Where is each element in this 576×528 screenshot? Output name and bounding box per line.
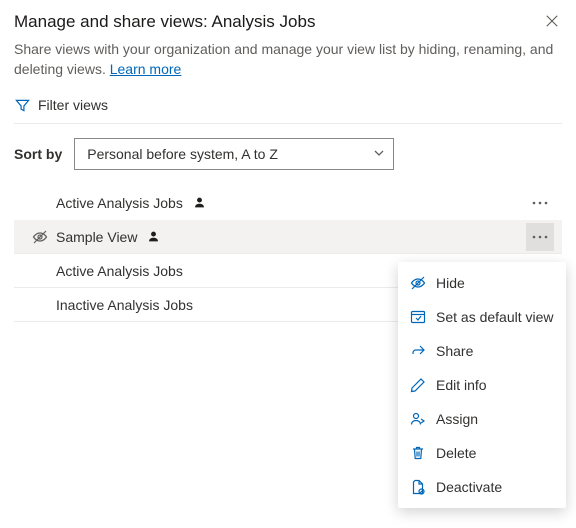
menu-hide[interactable]: Hide [398, 266, 566, 300]
hide-icon [410, 275, 426, 291]
filter-views-button[interactable]: Filter views [14, 93, 562, 124]
more-actions-button[interactable] [526, 223, 554, 251]
more-actions-button[interactable] [526, 189, 554, 217]
close-icon [545, 14, 559, 31]
filter-icon [14, 97, 30, 113]
description-text: Share views with your organization and m… [14, 41, 553, 77]
hidden-icon [32, 229, 48, 245]
menu-set-default[interactable]: Set as default view [398, 300, 566, 334]
menu-item-label: Edit info [436, 377, 487, 393]
menu-edit-info[interactable]: Edit info [398, 368, 566, 402]
person-icon [193, 196, 207, 210]
edit-icon [410, 377, 426, 393]
assign-icon [410, 411, 426, 427]
chevron-down-icon [373, 146, 385, 162]
learn-more-link[interactable]: Learn more [110, 61, 182, 77]
share-icon [410, 343, 426, 359]
dialog-description: Share views with your organization and m… [14, 40, 562, 79]
menu-item-label: Deactivate [436, 479, 502, 495]
view-label: Active Analysis Jobs [56, 195, 183, 211]
sort-dropdown[interactable]: Personal before system, A to Z [74, 138, 394, 170]
sort-label: Sort by [14, 146, 62, 162]
close-button[interactable] [542, 12, 562, 32]
view-label: Inactive Analysis Jobs [56, 297, 193, 313]
menu-item-label: Share [436, 343, 473, 359]
menu-item-label: Hide [436, 275, 465, 291]
context-menu: Hide Set as default view Share Edit info… [398, 262, 566, 508]
dialog-title: Manage and share views: Analysis Jobs [14, 12, 315, 32]
menu-item-label: Set as default view [436, 309, 554, 325]
view-label: Sample View [56, 229, 137, 245]
deactivate-icon [410, 479, 426, 495]
person-icon [147, 230, 161, 244]
menu-share[interactable]: Share [398, 334, 566, 368]
delete-icon [410, 445, 426, 461]
view-row[interactable]: Sample View [14, 220, 562, 254]
menu-item-label: Assign [436, 411, 478, 427]
view-row[interactable]: Active Analysis Jobs [14, 186, 562, 220]
menu-item-label: Delete [436, 445, 476, 461]
sort-dropdown-value: Personal before system, A to Z [87, 146, 278, 162]
menu-delete[interactable]: Delete [398, 436, 566, 470]
default-view-icon [410, 309, 426, 325]
menu-assign[interactable]: Assign [398, 402, 566, 436]
view-label: Active Analysis Jobs [56, 263, 183, 279]
filter-views-label: Filter views [38, 97, 108, 113]
menu-deactivate[interactable]: Deactivate [398, 470, 566, 504]
